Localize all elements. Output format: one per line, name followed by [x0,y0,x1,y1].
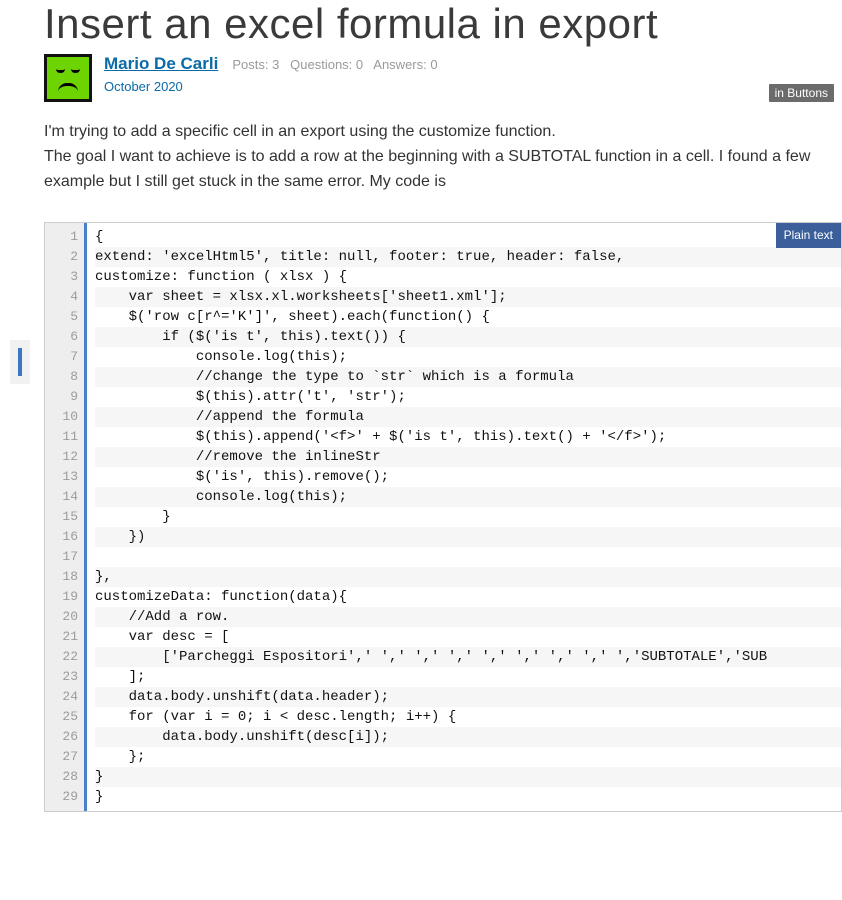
author-link[interactable]: Mario De Carli [104,54,218,74]
code-line: extend: 'excelHtml5', title: null, foote… [95,247,841,267]
code-line: }) [95,527,841,547]
code-line: }; [95,747,841,767]
code-line: $(this).attr('t', 'str'); [95,387,841,407]
code-line: data.body.unshift(data.header); [95,687,841,707]
post-body: I'm trying to add a specific cell in an … [44,120,842,194]
code-line: } [95,767,841,787]
code-line: data.body.unshift(desc[i]); [95,727,841,747]
code-line: //change the type to `str` which is a fo… [95,367,841,387]
plain-text-button[interactable]: Plain text [776,223,841,248]
post-meta: Mario De Carli Posts: 3 Questions: 0 Ans… [44,54,842,102]
code-line: //Add a row. [95,607,841,627]
questions-label: Questions: [290,57,352,72]
code-line: if ($('is t', this).text()) { [95,327,841,347]
avatar[interactable] [44,54,92,102]
code-line: customizeData: function(data){ [95,587,841,607]
side-accent [18,348,22,376]
code-line: { [95,227,841,247]
code-line: //remove the inlineStr [95,447,841,467]
code-line: customize: function ( xlsx ) { [95,267,841,287]
code-line: var sheet = xlsx.xl.worksheets['sheet1.x… [95,287,841,307]
code-line: $('is', this).remove(); [95,467,841,487]
category-prefix: in [775,86,784,100]
code-line: for (var i = 0; i < desc.length; i++) { [95,707,841,727]
code-line: //append the formula [95,407,841,427]
code-lines[interactable]: {extend: 'excelHtml5', title: null, foot… [87,223,841,811]
code-line: console.log(this); [95,487,841,507]
answers-label: Answers: [373,57,426,72]
code-gutter: 1234567891011121314151617181920212223242… [45,223,87,811]
code-line: var desc = [ [95,627,841,647]
page-title: Insert an excel formula in export [44,0,842,48]
code-line: ]; [95,667,841,687]
code-line: }, [95,567,841,587]
code-block: Plain text 12345678910111213141516171819… [44,222,842,812]
answers-value: 0 [430,57,437,72]
code-line: } [95,507,841,527]
code-line: $('row c[r^='K']', sheet).each(function(… [95,307,841,327]
posts-value: 3 [272,57,279,72]
category-badge[interactable]: in Buttons [769,84,834,102]
author-stats: Posts: 3 Questions: 0 Answers: 0 [232,57,437,72]
questions-value: 0 [356,57,363,72]
category-name: Buttons [787,86,828,100]
code-line: } [95,787,841,807]
code-line: ['Parcheggi Espositori',' ',' ',' ',' ',… [95,647,841,667]
code-line: console.log(this); [95,347,841,367]
post-date[interactable]: October 2020 [104,79,183,94]
code-line [95,547,841,567]
posts-label: Posts: [232,57,268,72]
code-line: $(this).append('<f>' + $('is t', this).t… [95,427,841,447]
